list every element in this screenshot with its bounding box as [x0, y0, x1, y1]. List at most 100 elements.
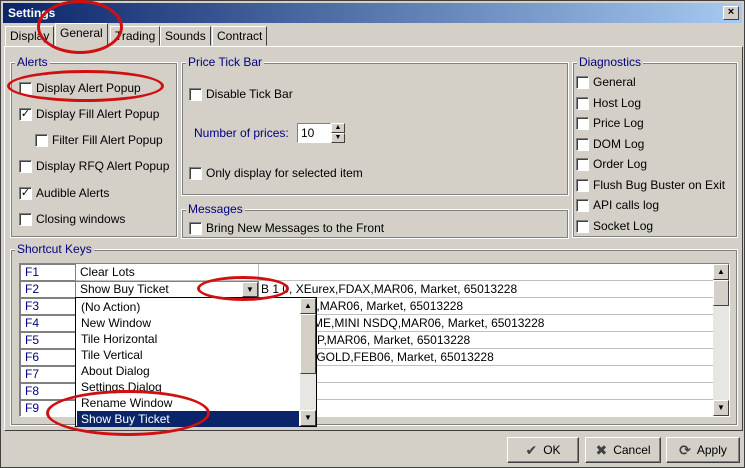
key-cell[interactable]: F9: [20, 400, 76, 416]
key-cell[interactable]: F3: [20, 298, 76, 315]
checkbox-box[interactable]: [189, 166, 202, 180]
checkbox-label: Only display for selected item: [206, 166, 363, 180]
number-of-prices-label: Number of prices:: [194, 126, 289, 140]
scroll-thumb[interactable]: [300, 314, 316, 374]
tab-trading[interactable]: Trading: [110, 26, 161, 46]
action-dropdown-list[interactable]: (No Action) New Window Tile Horizontal T…: [75, 297, 317, 427]
chevron-down-icon[interactable]: ▼: [242, 282, 258, 297]
checkbox-box[interactable]: [576, 116, 589, 130]
diag-host-log-checkbox[interactable]: Host Log: [576, 96, 641, 110]
diag-socket-log-checkbox[interactable]: Socket Log: [576, 219, 653, 233]
checkmark-icon[interactable]: ✓: [19, 186, 32, 200]
checkbox-label: Filter Fill Alert Popup: [52, 133, 163, 147]
checkbox-box[interactable]: [576, 219, 589, 233]
tab-display[interactable]: Display: [5, 26, 55, 46]
order-cell[interactable]: E,MINI S&P,MAR06, Market, 65013228: [258, 332, 714, 349]
cancel-button[interactable]: ✖ Cancel: [585, 437, 661, 463]
tab-sounds[interactable]: Sounds: [160, 26, 211, 46]
key-cell[interactable]: F8: [20, 383, 76, 400]
diag-general-checkbox[interactable]: General: [576, 75, 636, 89]
checkbox-label: DOM Log: [593, 137, 645, 151]
key-cell[interactable]: F5: [20, 332, 76, 349]
display-alert-popup-checkbox[interactable]: Display Alert Popup: [19, 81, 141, 95]
closing-windows-checkbox[interactable]: Closing windows: [19, 212, 125, 226]
order-cell[interactable]: [258, 383, 714, 400]
dropdown-option[interactable]: About Dialog: [77, 363, 299, 379]
checkbox-box[interactable]: [19, 159, 32, 173]
ok-button[interactable]: ✔ OK: [507, 437, 579, 463]
checkbox-box[interactable]: [576, 157, 589, 171]
filter-fill-alert-popup-checkbox[interactable]: Filter Fill Alert Popup: [35, 133, 163, 147]
diag-flush-bug-buster-checkbox[interactable]: Flush Bug Buster on Exit: [576, 178, 725, 192]
order-cell[interactable]: [258, 400, 714, 416]
scroll-up-icon[interactable]: ▲: [713, 264, 729, 280]
number-of-prices-input[interactable]: 10: [297, 123, 331, 143]
diag-order-log-checkbox[interactable]: Order Log: [576, 157, 647, 171]
checkbox-label: Display Alert Popup: [36, 81, 141, 95]
checkbox-box[interactable]: [576, 96, 589, 110]
audible-alerts-checkbox[interactable]: ✓ Audible Alerts: [19, 186, 109, 200]
checkbox-label: Display Fill Alert Popup: [36, 107, 160, 121]
checkmark-icon[interactable]: ✓: [19, 107, 32, 121]
dropdown-option-selected[interactable]: Show Buy Ticket: [77, 411, 299, 427]
key-cell[interactable]: F2: [20, 281, 76, 298]
dropdown-option[interactable]: Tile Vertical: [77, 347, 299, 363]
ok-label: OK: [543, 443, 561, 457]
order-cell[interactable]: BOT,MINI GOLD,FEB06, Market, 65013228: [258, 349, 714, 366]
checkbox-label: Closing windows: [36, 212, 126, 226]
checkbox-box[interactable]: [576, 137, 589, 151]
checkbox-label: Order Log: [593, 157, 648, 171]
checkbox-box[interactable]: [19, 81, 32, 95]
grid-scrollbar[interactable]: ▲ ▼: [713, 264, 729, 416]
checkbox-label: Price Log: [593, 116, 644, 130]
tab-general[interactable]: General: [55, 23, 108, 47]
display-rfq-alert-popup-checkbox[interactable]: Display RFQ Alert Popup: [19, 159, 169, 173]
dropdown-scrollbar[interactable]: ▲ ▼: [300, 298, 316, 426]
checkbox-box[interactable]: [35, 133, 48, 147]
checkbox-box[interactable]: [189, 87, 202, 101]
dropdown-option[interactable]: Tile Horizontal: [77, 331, 299, 347]
only-display-selected-checkbox[interactable]: Only display for selected item: [189, 166, 363, 180]
display-fill-alert-popup-checkbox[interactable]: ✓ Display Fill Alert Popup: [19, 107, 159, 121]
order-cell[interactable]: 764,00, CME,MINI NSDQ,MAR06, Market, 650…: [258, 315, 714, 332]
action-combo[interactable]: Show Buy Ticket ▼: [75, 281, 259, 298]
checkbox-box[interactable]: [576, 75, 589, 89]
scroll-down-icon[interactable]: ▼: [300, 410, 316, 426]
checkbox-label: Host Log: [593, 96, 642, 110]
apply-button[interactable]: ⟳ Apply: [666, 437, 740, 463]
checkbox-box[interactable]: [576, 198, 589, 212]
dropdown-option[interactable]: Settings Dialog: [77, 379, 299, 395]
order-cell[interactable]: B 1 0, XEurex,FDAX,MAR06, Market, 650132…: [258, 281, 714, 298]
action-cell[interactable]: Clear Lots: [76, 264, 258, 281]
bring-messages-front-checkbox[interactable]: Bring New Messages to the Front: [189, 221, 384, 235]
checkbox-box[interactable]: [189, 221, 202, 235]
order-cell[interactable]: E,Euro FX,MAR06, Market, 65013228: [258, 298, 714, 315]
scroll-thumb[interactable]: [713, 280, 729, 306]
diag-api-calls-log-checkbox[interactable]: API calls log: [576, 198, 659, 212]
checkbox-box[interactable]: [576, 178, 589, 192]
order-cell[interactable]: [258, 366, 714, 383]
dropdown-option[interactable]: (No Action): [77, 299, 299, 315]
close-button[interactable]: ×: [723, 6, 739, 20]
scroll-down-icon[interactable]: ▼: [713, 400, 729, 416]
key-cell[interactable]: F7: [20, 366, 76, 383]
key-cell[interactable]: F4: [20, 315, 76, 332]
key-cell[interactable]: F1: [20, 264, 76, 281]
refresh-icon: ⟳: [679, 441, 691, 458]
checkbox-label: Socket Log: [593, 219, 654, 233]
dropdown-option[interactable]: New Window: [77, 315, 299, 331]
disable-tick-bar-checkbox[interactable]: Disable Tick Bar: [189, 87, 293, 101]
diag-price-log-checkbox[interactable]: Price Log: [576, 116, 644, 130]
table-row[interactable]: F1 Clear Lots: [20, 264, 714, 281]
order-cell[interactable]: [258, 264, 714, 281]
checkbox-box[interactable]: [19, 212, 32, 226]
tab-contract[interactable]: Contract: [212, 26, 268, 46]
key-cell[interactable]: F6: [20, 349, 76, 366]
spin-down-icon[interactable]: ▼: [331, 133, 345, 143]
scroll-up-icon[interactable]: ▲: [300, 298, 316, 314]
dropdown-option[interactable]: Rename Window: [77, 395, 299, 411]
diag-dom-log-checkbox[interactable]: DOM Log: [576, 137, 644, 151]
spin-up-icon[interactable]: ▲: [331, 123, 345, 133]
title-bar[interactable]: Settings ×: [3, 3, 742, 23]
combo-value: Show Buy Ticket: [80, 282, 169, 296]
